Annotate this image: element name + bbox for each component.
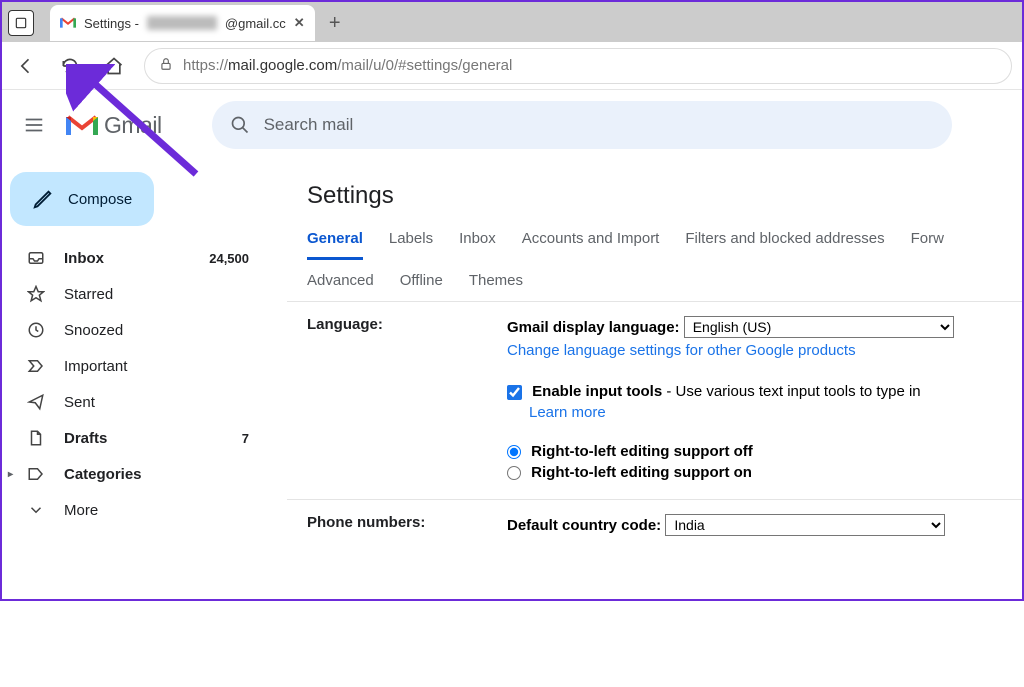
- important-icon: [26, 356, 46, 376]
- tab-filters[interactable]: Filters and blocked addresses: [685, 222, 884, 260]
- star-icon: [26, 284, 46, 304]
- rtl-on-radio[interactable]: [507, 466, 521, 480]
- sidebar: Compose Inbox 24,500 Starred Snoozed Imp…: [2, 160, 267, 687]
- tab-forwarding[interactable]: Forw: [911, 222, 944, 260]
- tab-title-suffix: @gmail.cc: [225, 16, 286, 31]
- setting-row-phone: Phone numbers: Default country code: Ind…: [287, 500, 1022, 550]
- change-language-link[interactable]: Change language settings for other Googl…: [507, 342, 856, 359]
- rtl-off-radio[interactable]: [507, 445, 521, 459]
- settings-title: Settings: [287, 182, 1022, 222]
- default-country-label: Default country code:: [507, 517, 661, 534]
- country-code-select[interactable]: India: [665, 514, 945, 536]
- browser-tab[interactable]: Settings - @gmail.cc ✕: [50, 5, 315, 41]
- enable-input-tools-desc: - Use various text input tools to type i…: [662, 383, 920, 400]
- language-label: Language:: [307, 316, 507, 485]
- gmail-header: Gmail Search mail: [2, 90, 1022, 160]
- tab-accounts[interactable]: Accounts and Import: [522, 222, 660, 260]
- tab-title-prefix: Settings -: [84, 16, 139, 31]
- expand-triangle-icon[interactable]: ▸: [8, 469, 13, 480]
- settings-tabs-row1: General Labels Inbox Accounts and Import…: [287, 222, 1022, 260]
- tab-themes[interactable]: Themes: [469, 272, 523, 289]
- tab-close-button[interactable]: ✕: [294, 15, 305, 31]
- chevron-down-icon: [26, 500, 46, 520]
- tab-title-redacted: [147, 16, 217, 30]
- display-language-label: Gmail display language:: [507, 319, 680, 336]
- inbox-icon: [26, 248, 46, 268]
- sidebar-item-drafts[interactable]: Drafts 7: [2, 420, 267, 456]
- tab-inbox[interactable]: Inbox: [459, 222, 496, 260]
- draft-icon: [26, 428, 46, 448]
- gmail-logo[interactable]: Gmail: [66, 112, 162, 139]
- toolbar: https://mail.google.com/mail/u/0/#settin…: [2, 42, 1022, 90]
- url-text: https://mail.google.com/mail/u/0/#settin…: [183, 57, 512, 74]
- tab-strip: Settings - @gmail.cc ✕ +: [2, 2, 1022, 42]
- phone-label: Phone numbers:: [307, 514, 507, 536]
- enable-input-tools-label: Enable input tools: [532, 383, 662, 400]
- gmail-favicon-icon: [60, 17, 76, 29]
- pencil-icon: [32, 188, 54, 210]
- compose-button[interactable]: Compose: [10, 172, 154, 226]
- tab-labels[interactable]: Labels: [389, 222, 433, 260]
- browser-chrome: Settings - @gmail.cc ✕ + https://mail.go…: [2, 2, 1022, 90]
- search-bar[interactable]: Search mail: [212, 101, 952, 149]
- lock-icon: [159, 57, 173, 75]
- sidebar-item-important[interactable]: Important: [2, 348, 267, 384]
- new-tab-button[interactable]: +: [321, 9, 349, 37]
- search-placeholder: Search mail: [264, 115, 354, 135]
- main-panel: Settings General Labels Inbox Accounts a…: [267, 160, 1022, 687]
- sidebar-item-categories[interactable]: ▸ Categories: [2, 456, 267, 492]
- sidebar-item-starred[interactable]: Starred: [2, 276, 267, 312]
- sidebar-item-inbox[interactable]: Inbox 24,500: [2, 240, 267, 276]
- tab-general[interactable]: General: [307, 222, 363, 260]
- sidebar-item-snoozed[interactable]: Snoozed: [2, 312, 267, 348]
- compose-label: Compose: [68, 191, 132, 208]
- clock-icon: [26, 320, 46, 340]
- learn-more-link[interactable]: Learn more: [529, 404, 606, 421]
- rtl-off-label: Right-to-left editing support off: [531, 443, 753, 460]
- sidebar-item-sent[interactable]: Sent: [2, 384, 267, 420]
- home-button[interactable]: [100, 52, 128, 80]
- rtl-on-label: Right-to-left editing support on: [531, 464, 752, 481]
- settings-card: Settings General Labels Inbox Accounts a…: [287, 164, 1022, 550]
- enable-input-tools-checkbox[interactable]: [507, 385, 522, 400]
- setting-row-language: Language: Gmail display language: Englis…: [287, 302, 1022, 499]
- tab-advanced[interactable]: Advanced: [307, 272, 374, 289]
- search-icon: [230, 115, 250, 135]
- sidebar-item-more[interactable]: More: [2, 492, 267, 528]
- settings-tabs-row2: Advanced Offline Themes: [287, 260, 1022, 301]
- category-icon: [26, 464, 46, 484]
- gmail-logo-icon: [66, 113, 98, 137]
- back-button[interactable]: [12, 52, 40, 80]
- tab-action-button[interactable]: [8, 10, 34, 36]
- language-select[interactable]: English (US): [684, 316, 954, 338]
- refresh-button[interactable]: [56, 52, 84, 80]
- sent-icon: [26, 392, 46, 412]
- main-menu-button[interactable]: [12, 103, 56, 147]
- gmail-logo-text: Gmail: [104, 112, 162, 139]
- tab-offline[interactable]: Offline: [400, 272, 443, 289]
- address-bar[interactable]: https://mail.google.com/mail/u/0/#settin…: [144, 48, 1012, 84]
